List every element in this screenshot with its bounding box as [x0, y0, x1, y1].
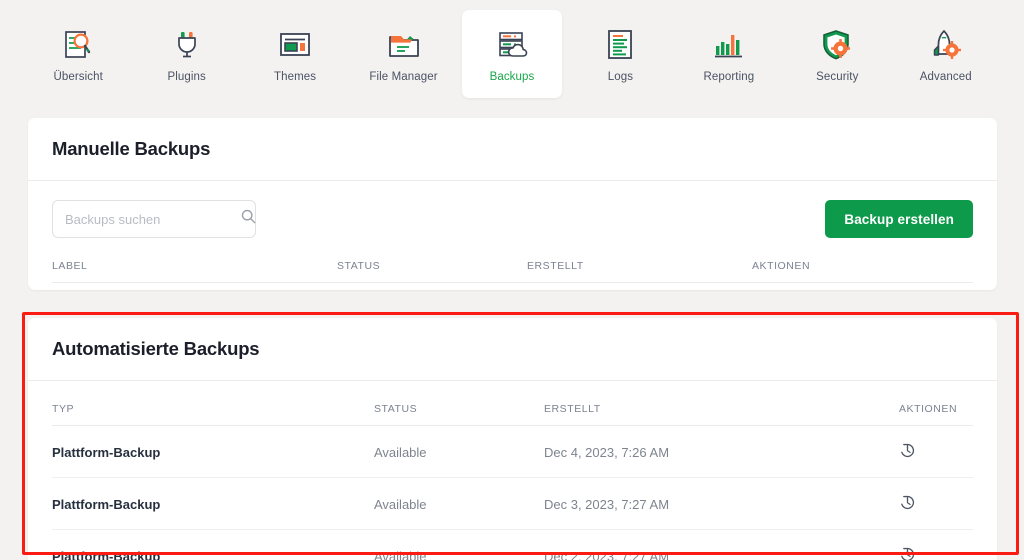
tab-label: Übersicht [53, 71, 103, 83]
search-field[interactable] [52, 200, 256, 238]
tab-label: File Manager [369, 71, 438, 83]
column-header-erstellt: ERSTELLT [527, 238, 752, 283]
backups-page: Übersicht Plugins Themes File Manager Ba… [0, 0, 1024, 560]
folder-icon [383, 25, 425, 65]
document-search-icon [57, 25, 99, 65]
log-lines-icon [599, 25, 641, 65]
plug-icon [166, 25, 208, 65]
rocket-gear-icon [925, 25, 967, 65]
column-header-status: STATUS [337, 238, 527, 283]
main-tab-bar: Übersicht Plugins Themes File Manager Ba… [0, 0, 1024, 104]
tab-backups[interactable]: Backups [461, 10, 563, 98]
tab-advanced[interactable]: Advanced [895, 10, 996, 98]
tab-themes[interactable]: Themes [244, 10, 346, 98]
bar-chart-icon [708, 25, 750, 65]
manual-table-header: LABEL STATUS ERSTELLT AKTIONEN [52, 238, 973, 283]
tab-label: Backups [489, 71, 535, 83]
tab-label: Advanced [919, 71, 972, 83]
server-cloud-icon [491, 25, 533, 65]
tab-label: Reporting [703, 71, 755, 83]
layout-icon [274, 25, 316, 65]
tab-logs[interactable]: Logs [570, 10, 671, 98]
shield-gear-icon [816, 25, 858, 65]
tab-ubersicht[interactable]: Übersicht [28, 10, 129, 98]
table-header-row: LABEL STATUS ERSTELLT AKTIONEN [52, 238, 973, 283]
manual-backups-title: Manuelle Backups [52, 138, 211, 159]
tab-label: Logs [607, 71, 634, 83]
manual-backups-body: Backup erstellen LABEL STATUS ERSTELLT A… [28, 181, 997, 283]
tab-label: Security [816, 71, 859, 83]
tab-file-manager[interactable]: File Manager [353, 10, 454, 98]
manual-backups-card: Manuelle Backups Backup erstellen [28, 118, 997, 290]
create-backup-button[interactable]: Backup erstellen [825, 200, 973, 238]
search-input[interactable] [65, 211, 241, 227]
manual-backups-table: LABEL STATUS ERSTELLT AKTIONEN [52, 238, 973, 283]
automated-backups-highlight [22, 312, 1019, 555]
tab-reporting[interactable]: Reporting [678, 10, 780, 98]
column-header-label: LABEL [52, 238, 337, 283]
tab-security[interactable]: Security [787, 10, 888, 98]
tab-plugins[interactable]: Plugins [136, 10, 237, 98]
tab-label: Plugins [167, 71, 206, 83]
search-icon[interactable] [241, 209, 256, 229]
tab-label: Themes [274, 71, 317, 83]
manual-backups-toolbar: Backup erstellen [52, 181, 973, 238]
column-header-aktionen: AKTIONEN [752, 238, 973, 283]
